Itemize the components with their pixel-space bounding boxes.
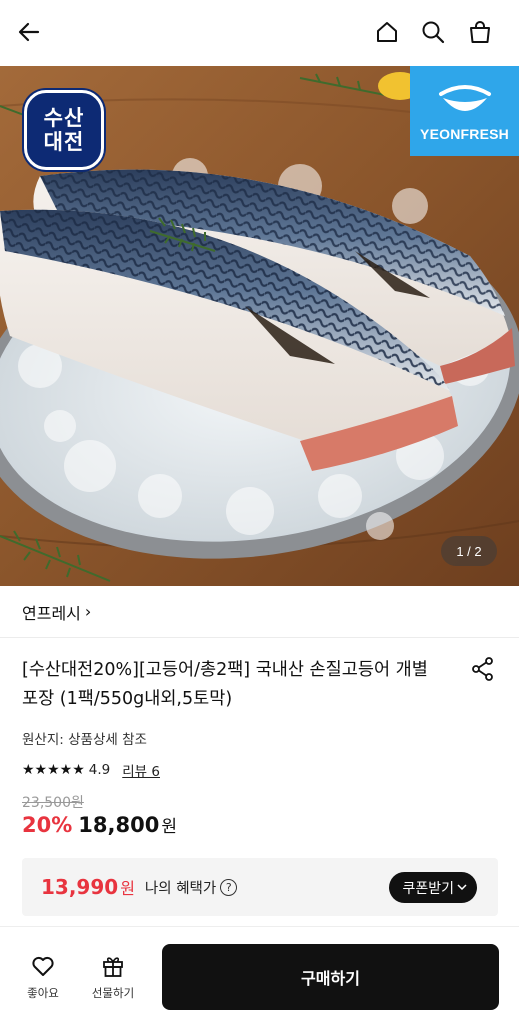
fish-logo-icon [438, 85, 491, 111]
badge-text-line1: 수산 [43, 106, 85, 130]
gift-label: 선물하기 [91, 986, 135, 1000]
yeonfresh-logo-text: YEONFRESH [420, 126, 509, 142]
rating-value: 4.9 [88, 762, 111, 778]
seller-link[interactable]: 연프레시 › [0, 586, 519, 638]
coupon-button-label: 쿠폰받기 [402, 880, 454, 897]
bottom-action-bar: 좋아요 선물하기 구매하기 [0, 926, 519, 1024]
like-label: 좋아요 [27, 986, 59, 1000]
chevron-right-icon: › [84, 602, 92, 621]
like-button[interactable]: 좋아요 [13, 953, 73, 1001]
get-coupon-button[interactable]: 쿠폰받기 [389, 872, 477, 903]
price-unit: 원 [161, 817, 177, 837]
product-title: [수산대전20%][고등어/총2팩] 국내산 손질고등어 개별포장 (1팩/55… [22, 660, 428, 709]
benefit-price: 13,990 [41, 875, 119, 899]
search-icon[interactable] [418, 17, 448, 47]
price-row: 20% 18,800 원 [22, 812, 177, 837]
badge-text-line2: 대전 [43, 130, 85, 154]
origin-info: 원산지: 상품상세 참조 [22, 732, 147, 748]
share-icon[interactable] [470, 656, 496, 682]
original-price: 23,500원 [22, 795, 84, 811]
help-question-icon[interactable]: ? [220, 878, 238, 896]
discount-rate: 20% [22, 813, 73, 837]
seller-name: 연프레시 [22, 603, 81, 623]
benefit-price-unit: 원 [120, 879, 135, 898]
my-benefit-price-box: 13,990 원 나의 혜택가 ? 쿠폰받기 [22, 858, 498, 916]
sale-price: 18,800 [78, 813, 160, 837]
star-rating-icon: ★★★★★ [22, 762, 85, 778]
top-navigation-bar [0, 0, 519, 66]
gift-icon [103, 957, 123, 977]
benefit-label: 나의 혜택가 [144, 880, 217, 897]
home-icon[interactable] [372, 17, 402, 47]
seafood-festival-badge: 수산 대전 [24, 90, 104, 170]
review-link[interactable]: 리뷰 6 [122, 760, 160, 780]
rating-row: ★★★★★ 4.9 리뷰 6 [22, 760, 160, 780]
back-arrow-icon[interactable] [14, 17, 44, 47]
chevron-down-icon [457, 881, 467, 894]
heart-icon [32, 956, 54, 976]
gift-button[interactable]: 선물하기 [83, 953, 143, 1001]
product-image-gallery[interactable]: 수산 대전 YEONFRESH 1 / 2 [0, 66, 519, 586]
buy-button[interactable]: 구매하기 [162, 944, 499, 1010]
image-pager-indicator: 1 / 2 [441, 536, 497, 566]
yeonfresh-logo: YEONFRESH [410, 66, 519, 156]
shopping-bag-icon[interactable] [465, 17, 495, 47]
